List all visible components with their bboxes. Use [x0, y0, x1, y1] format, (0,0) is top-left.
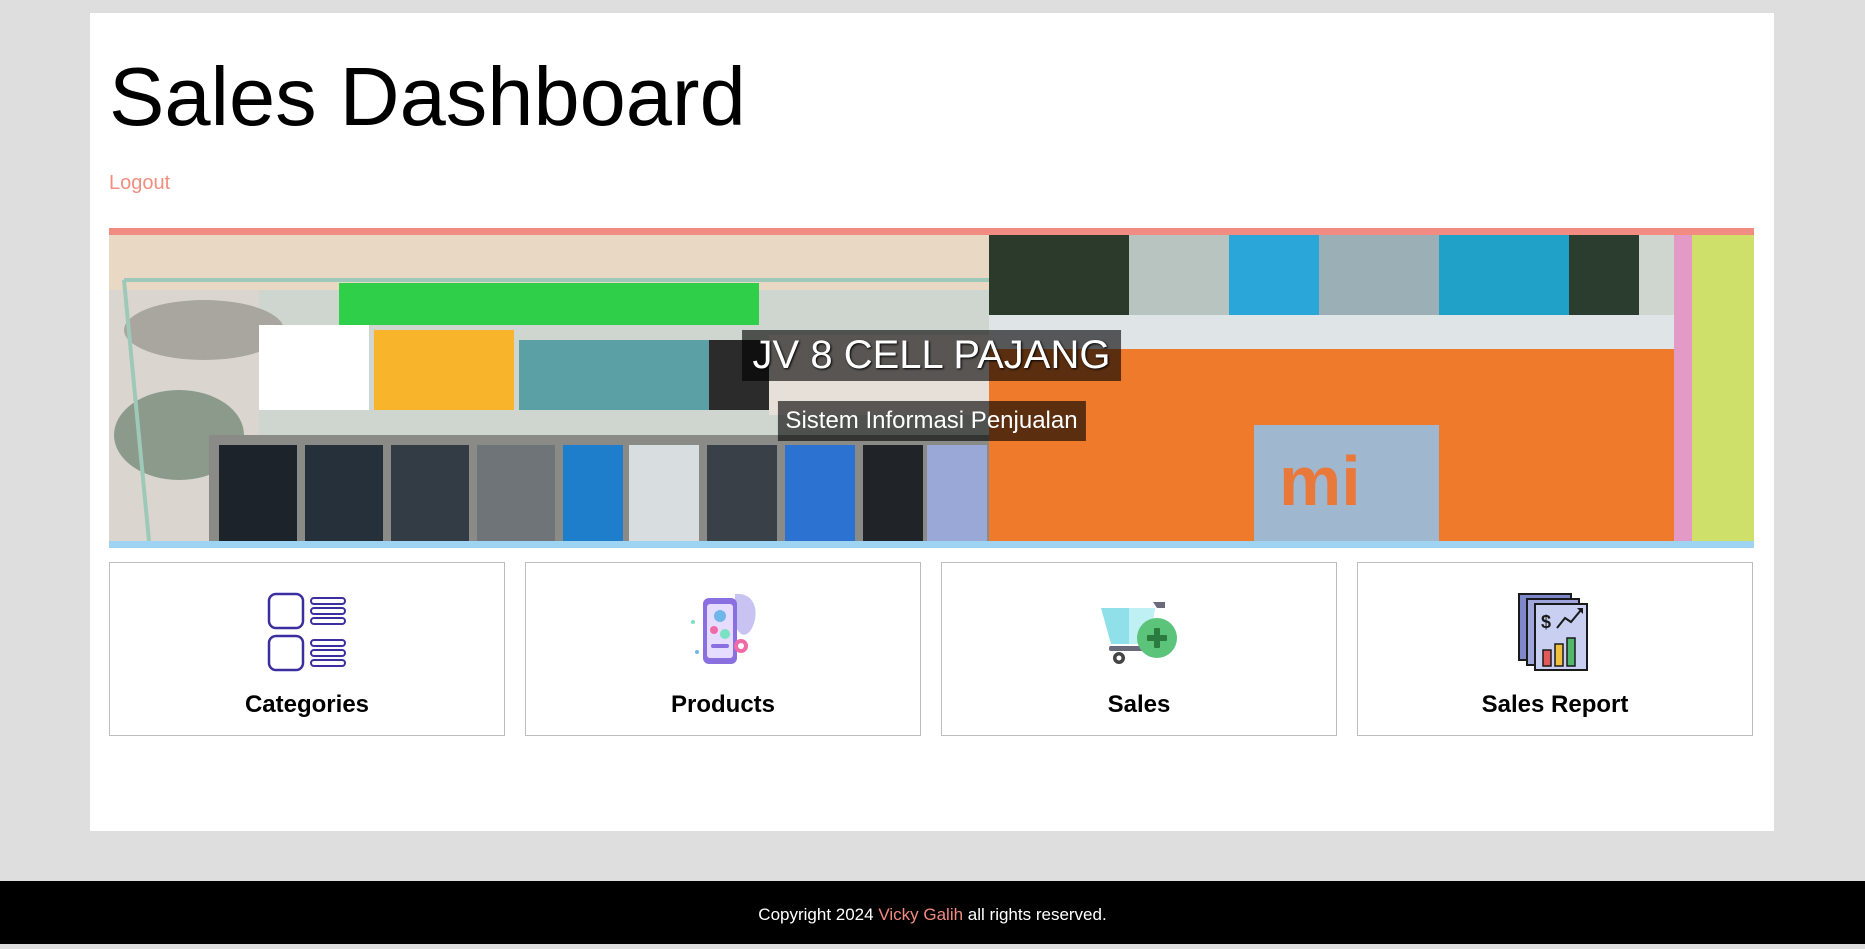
svg-text:$: $ [1541, 612, 1551, 632]
categories-icon [267, 592, 346, 672]
footer-rights: all rights reserved. [967, 905, 1107, 924]
svg-text:mi: mi [1279, 442, 1361, 520]
card-sales-report[interactable]: $ Sales Report [1357, 562, 1753, 736]
card-sales[interactable]: Sales [941, 562, 1337, 736]
products-icon [691, 593, 756, 664]
hero-banner: mi JV 8 CELL PAJANG Sistem Informasi Pen… [109, 228, 1754, 548]
card-label: Sales Report [1481, 691, 1629, 718]
card-label: Sales [1107, 691, 1171, 718]
card-label: Categories [244, 691, 370, 718]
card-products[interactable]: Products [525, 562, 921, 736]
page-title: Sales Dashboard [109, 50, 746, 143]
footer-author-link[interactable]: Vicky Galih [878, 905, 963, 924]
footer: Copyright 2024 Vicky Galih all rights re… [0, 881, 1865, 944]
menu-cards: Categories Products Sales $ Sales Report [109, 562, 1754, 738]
sales-report-icon: $ [1518, 593, 1588, 671]
hero-store-image: mi [109, 235, 1754, 541]
hero-subtitle: Sistem Informasi Penjualan [777, 401, 1086, 441]
logout-link[interactable]: Logout [109, 172, 170, 195]
main-container: Sales Dashboard Logout mi JV 8 CELL PAJA… [90, 13, 1774, 831]
sales-cart-icon [1101, 602, 1177, 664]
card-label: Products [670, 691, 775, 718]
hero-title: JV 8 CELL PAJANG [741, 330, 1122, 381]
footer-copyright: Copyright 2024 [758, 905, 874, 924]
card-categories[interactable]: Categories [109, 562, 505, 736]
